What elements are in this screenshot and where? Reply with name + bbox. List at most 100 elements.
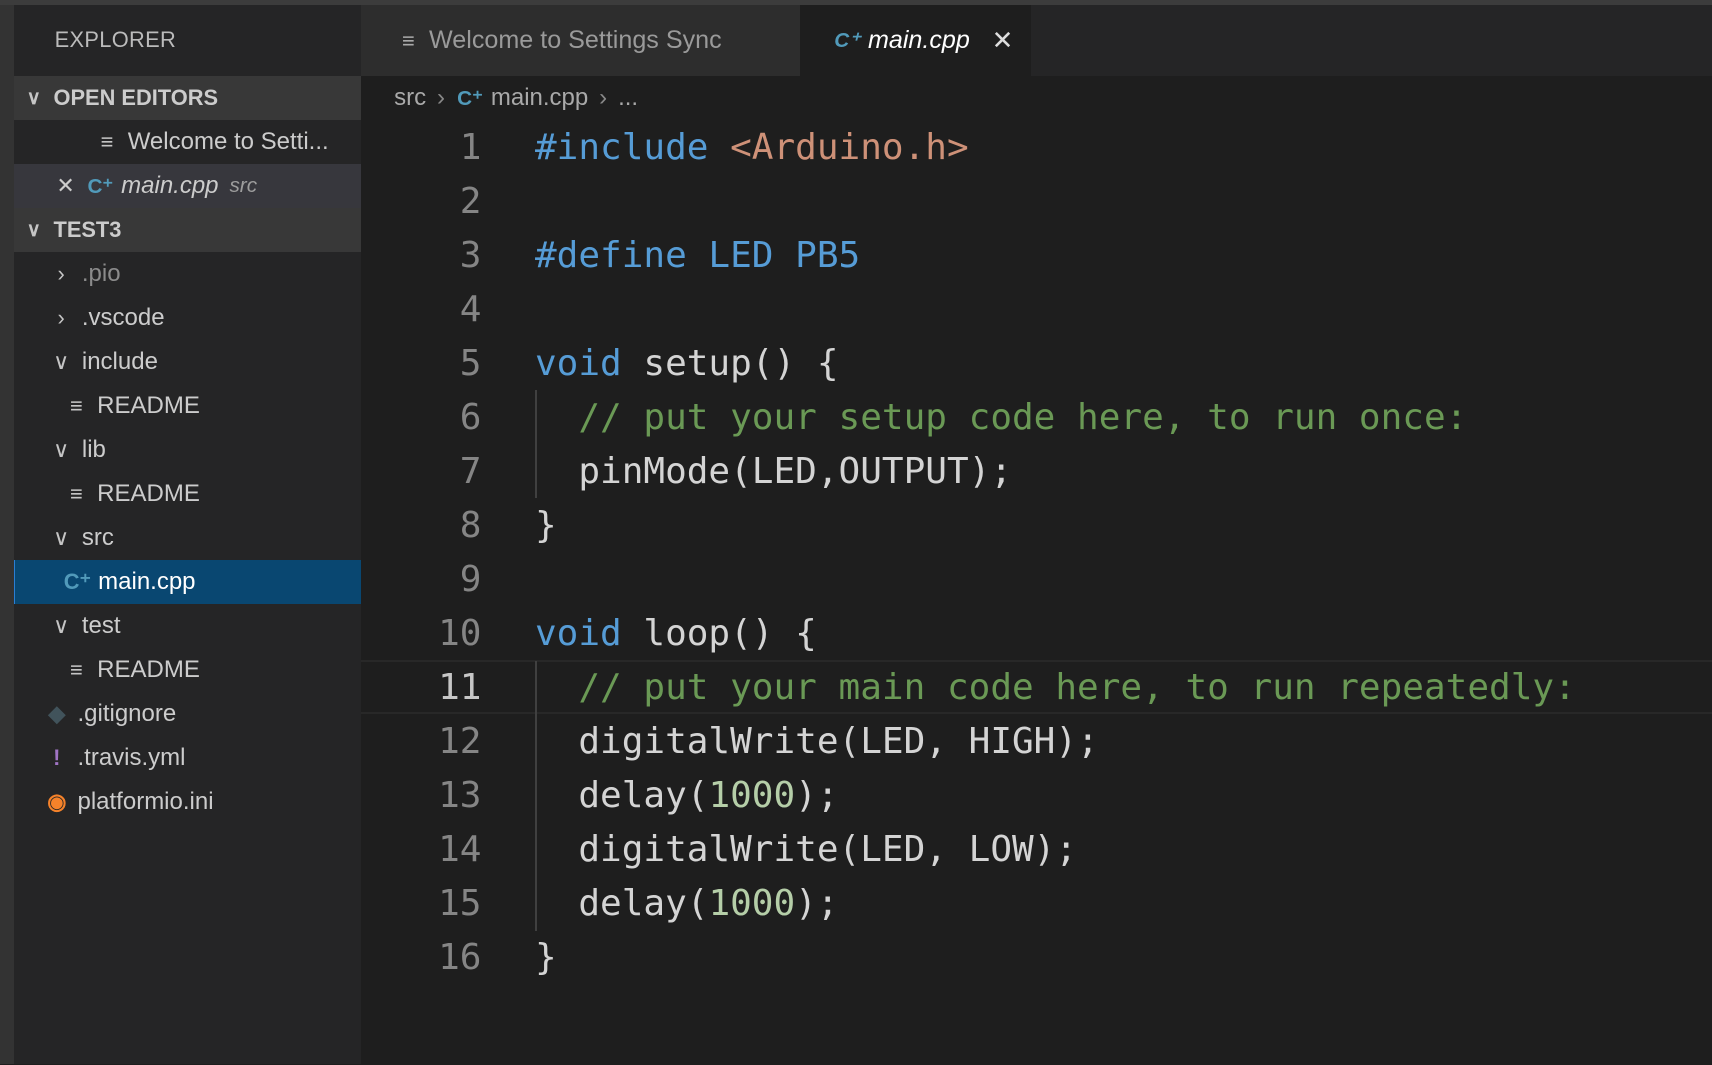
line-text: #define LED PB5 [535, 235, 860, 276]
token-txt: ); [795, 774, 839, 816]
tree-item[interactable]: ◆ .gitignore [14, 692, 361, 736]
code-editor[interactable]: 1 #include <Arduino.h> 2 3 #define LED PB5 4 5… [361, 120, 1712, 985]
line-text: void loop() { [535, 613, 817, 654]
line-text: delay(1000); [534, 774, 839, 816]
tree-item[interactable]: ≡ README [14, 384, 361, 428]
line-text: digitalWrite(LED, LOW); [535, 829, 1077, 870]
item-label: .gitignore [77, 699, 177, 727]
chevron-down-icon: ∨ [53, 612, 70, 638]
code-line[interactable]: 6 // put your setup code here, to run on… [361, 390, 1712, 444]
code-line[interactable]: 1 #include <Arduino.h> [361, 120, 1712, 174]
tab-bar: ≡ Welcome to Settings Sync C⁺ main.cpp ✕ [361, 5, 1712, 77]
breadcrumb-src[interactable]: src [394, 84, 426, 112]
tree-item[interactable]: C⁺ main.cpp [14, 559, 362, 604]
token-txt: delay( [534, 883, 709, 925]
line-number: 16 [438, 937, 482, 979]
code-line[interactable]: 15 delay(1000); [361, 877, 1712, 931]
tree-item[interactable]: ! .travis.yml [14, 736, 361, 780]
section-label: TEST3 [53, 216, 122, 242]
code-line[interactable]: 13 delay(1000); [361, 768, 1712, 822]
chevron-right-icon: › [437, 84, 446, 112]
section-label: OPEN EDITORS [53, 85, 219, 111]
line-number: 14 [438, 829, 482, 871]
token-com: // put your main code here, to run repea… [534, 666, 1576, 708]
line-text: #include <Arduino.h> [535, 127, 969, 168]
code-line[interactable]: 14 digitalWrite(LED, LOW); [361, 823, 1712, 877]
breadcrumb-file[interactable]: main.cpp [491, 84, 588, 112]
tree-item[interactable]: ≡ README [14, 472, 361, 516]
tree-item[interactable]: › .vscode [14, 296, 361, 340]
chevron-right-icon: › [57, 260, 65, 286]
item-label: include [81, 347, 158, 375]
open-editor-main-cpp[interactable]: ✕ C⁺ main.cpp src [14, 164, 362, 209]
token-num: 1000 [708, 883, 796, 925]
chevron-down-icon: ∨ [53, 436, 70, 462]
item-label: Welcome to Setti... [127, 128, 329, 156]
code-line[interactable]: 2 [361, 174, 1712, 228]
code-line[interactable]: 3 #define LED PB5 [361, 228, 1712, 282]
token-txt: loop() { [621, 612, 817, 654]
line-number: 11 [438, 666, 482, 708]
tree-item[interactable]: ≡ README [14, 648, 361, 692]
line-text: // put your setup code here, to run once… [535, 397, 1467, 438]
tree-item[interactable]: › .pio [14, 252, 361, 296]
lines-icon: ≡ [401, 27, 415, 53]
code-line[interactable]: 12 digitalWrite(LED, HIGH); [361, 714, 1712, 768]
breadcrumb-symbol[interactable]: ... [618, 84, 638, 112]
chevron-right-icon: › [599, 84, 608, 112]
line-text: digitalWrite(LED, HIGH); [534, 720, 1099, 762]
token-str: <Arduino.h> [730, 126, 969, 168]
code-line[interactable]: 16} [361, 931, 1712, 985]
code-line[interactable]: 5 void setup() { [361, 336, 1712, 390]
code-line[interactable]: 7 pinMode(LED,OUTPUT); [361, 444, 1712, 498]
line-text: } [535, 937, 557, 978]
tree-item[interactable]: ∨ include [14, 340, 361, 384]
project-header[interactable]: ∨ TEST3 [14, 208, 362, 252]
item-label: .pio [81, 259, 121, 287]
token-txt: digitalWrite(LED, HIGH); [534, 720, 1099, 762]
line-number: 7 [459, 450, 482, 492]
item-label: platformio.ini [77, 787, 214, 815]
code-line[interactable]: 8} [361, 498, 1712, 552]
close-icon[interactable]: ✕ [992, 25, 1014, 56]
item-label: src [81, 523, 114, 551]
indent-guide [534, 660, 538, 931]
chevron-down-icon: ∨ [53, 348, 70, 374]
token-kw: void [534, 612, 622, 654]
line-number: 2 [459, 180, 482, 222]
chevron-down-icon: ∨ [26, 218, 42, 241]
activity-bar [0, 5, 15, 1065]
token-kw: void [534, 342, 622, 384]
line-text: // put your main code here, to run repea… [534, 666, 1576, 708]
tree-item[interactable]: ◉ platformio.ini [14, 780, 361, 824]
line-number: 8 [459, 504, 482, 546]
line-number: 4 [459, 288, 482, 330]
code-line[interactable]: 11 // put your main code here, to run re… [361, 660, 1712, 715]
open-editor-welcome[interactable]: ≡ Welcome to Setti... [14, 120, 361, 164]
yaml-icon: ! [53, 744, 61, 770]
item-label: README [97, 391, 200, 419]
tree-item[interactable]: ∨ lib [14, 428, 361, 472]
code-line[interactable]: 9 [361, 552, 1712, 606]
cpp-icon: C⁺ [834, 29, 861, 53]
tab-label: Welcome to Settings Sync [429, 26, 722, 55]
tree-item[interactable]: ∨ src [14, 516, 361, 560]
code-line[interactable]: 4 [361, 282, 1712, 336]
code-line[interactable]: 10 void loop() { [361, 606, 1712, 660]
line-text: pinMode(LED,OUTPUT); [535, 451, 1012, 492]
close-icon[interactable]: ✕ [51, 173, 79, 199]
token-txt: delay( [534, 774, 709, 816]
tree-item[interactable]: ∨ test [14, 604, 361, 648]
tab-welcome[interactable]: ≡ Welcome to Settings Sync [361, 5, 801, 77]
item-label: README [97, 655, 200, 683]
line-number: 5 [459, 342, 482, 384]
breadcrumb: src › C⁺ main.cpp › ... [394, 76, 638, 120]
item-description: src [229, 174, 258, 198]
indent-guide [534, 390, 538, 499]
open-editors-header[interactable]: ∨ OPEN EDITORS [14, 76, 362, 121]
tab-main-cpp[interactable]: C⁺ main.cpp ✕ [800, 5, 1032, 77]
line-number: 13 [438, 774, 482, 816]
item-label: .travis.yml [77, 743, 186, 771]
token-txt: } [534, 937, 557, 979]
line-number: 12 [438, 720, 482, 762]
